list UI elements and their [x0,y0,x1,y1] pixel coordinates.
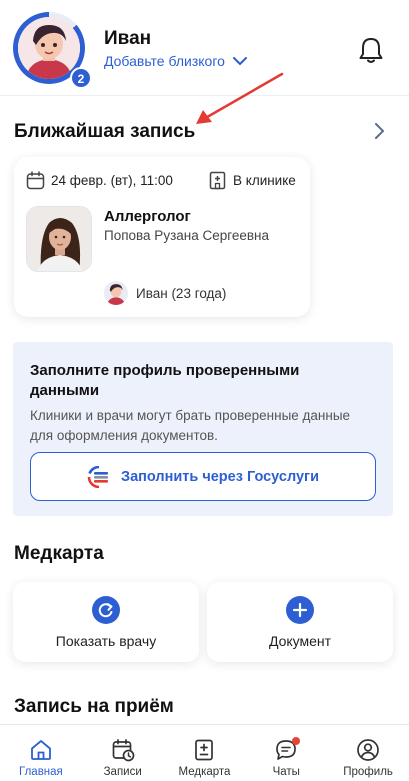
avatar-badge: 2 [70,67,92,89]
profile-fill-title: Заполните профиль проверенными данными [30,362,300,399]
appointment-date-text: 24 февр. (вт), 11:00 [51,173,173,188]
nav-label-home: Главная [19,766,63,778]
chat-notification-dot [292,737,301,745]
medcard-icon [195,739,214,761]
nav-label-medcard: Медкарта [178,766,231,778]
doctor-specialty: Аллерголог [104,208,191,225]
patient-name: Иван (23 года) [136,285,227,301]
profile-icon [357,739,379,761]
user-name[interactable]: Иван [104,28,151,50]
gosuslugi-logo-icon [87,465,108,488]
document-label: Документ [268,633,332,649]
gosuslugi-button[interactable]: Заполнить через Госуслуги [30,452,376,501]
upcoming-section-title: Ближайшая запись [14,121,196,142]
chat-icon-wrap [274,737,301,762]
calendar-icon [26,171,45,190]
nav-item-home[interactable]: Главная [0,725,82,781]
chevron-right-icon[interactable] [372,122,386,140]
document-tile[interactable]: Документ [207,582,393,662]
bell-icon[interactable] [358,36,384,64]
appointment-place-text: В клинике [233,173,296,188]
appointment-date: 24 февр. (вт), 11:00 [26,171,173,190]
patient-avatar [104,281,128,305]
nav-item-profile[interactable]: Профиль [327,725,409,781]
bottom-nav: Главная Записи Медкарта Чаты Профиль [0,724,409,781]
chevron-down-icon [232,56,247,65]
user-avatar[interactable]: 2 [13,12,92,89]
header: 2 Иван Добавьте близкого [0,0,409,96]
doctor-photo [26,206,92,272]
nav-item-medcard[interactable]: Медкарта [164,725,246,781]
appointment-card[interactable]: 24 февр. (вт), 11:00 В клинике Аллерголо… [14,157,310,317]
add-close-label: Добавьте близкого [104,53,225,69]
gosuslugi-button-label: Заполнить через Госуслуги [120,468,319,485]
booking-section-title: Запись на приём [14,696,174,717]
patient-info: Иван (23 года) [104,281,226,305]
nav-label-chats: Чаты [272,766,300,778]
avatar-illustration [18,17,80,79]
doctor-name: Попова Рузана Сергеевна [104,228,270,243]
show-doctor-label: Показать врачу [55,633,157,649]
appointment-place: В клинике [208,171,296,190]
home-icon [30,740,51,760]
nav-label-profile: Профиль [343,766,393,778]
nav-item-appointments[interactable]: Записи [82,725,164,781]
share-icon [92,596,120,624]
show-doctor-tile[interactable]: Показать врачу [13,582,199,662]
nav-label-appointments: Записи [103,766,142,778]
add-close-dropdown[interactable]: Добавьте близкого [104,53,247,69]
calendar-clock-icon [112,739,135,762]
profile-fill-description: Клиники и врачи могут брать проверенные … [30,408,351,443]
clinic-icon [209,171,226,190]
medcard-section-title: Медкарта [14,543,104,564]
plus-icon [286,596,314,624]
nav-item-chats[interactable]: Чаты [245,725,327,781]
profile-fill-card: Заполните профиль проверенными данными К… [13,342,393,516]
